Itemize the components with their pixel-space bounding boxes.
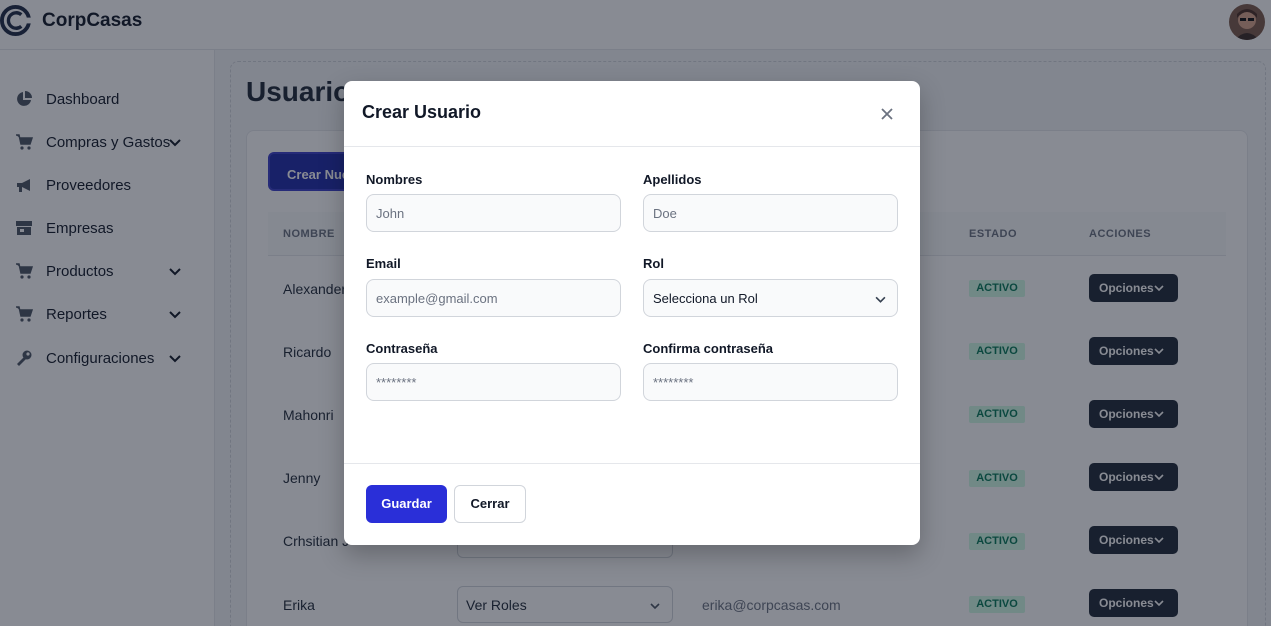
last-name-field[interactable] [643,194,898,232]
password-label: Contraseña [366,341,438,356]
create-user-modal: Crear Usuario Nombres Apellidos Email Ro… [344,81,920,545]
close-icon[interactable] [879,106,895,122]
chevron-down-icon [875,296,886,303]
last-name-label: Apellidos [643,172,702,187]
modal-title: Crear Usuario [362,102,482,122]
password-field[interactable] [366,363,621,401]
email-field[interactable] [366,279,621,317]
divider [344,146,920,147]
email-label: Email [366,256,401,271]
role-label: Rol [643,256,664,271]
confirm-password-label: Confirma contraseña [643,341,774,356]
first-name-label: Nombres [366,172,423,187]
role-select-value: Selecciona un Rol [653,291,758,306]
cancel-button[interactable]: Cerrar [454,485,526,523]
divider [344,463,920,464]
confirm-password-field[interactable] [643,363,898,401]
role-select[interactable]: Selecciona un Rol [643,279,898,317]
save-button[interactable]: Guardar [366,485,447,523]
first-name-field[interactable] [366,194,621,232]
